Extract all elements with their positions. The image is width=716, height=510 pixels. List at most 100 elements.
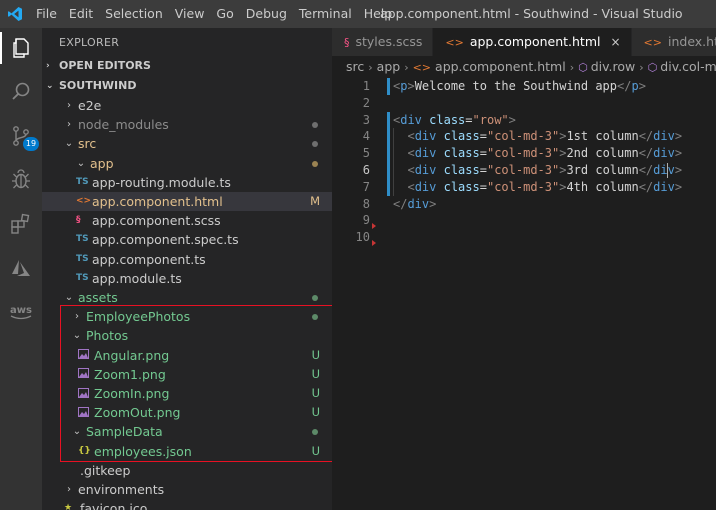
tab-index-html[interactable]: <> index.html: [631, 28, 716, 56]
menu-edit[interactable]: Edit: [63, 0, 99, 28]
code-token: div: [414, 146, 437, 161]
code-token: "col-md-3": [486, 129, 560, 144]
breadcrumb-item[interactable]: src: [346, 59, 364, 74]
tree-label: app.module.ts: [92, 270, 182, 286]
explorer-title: EXPLORER: [59, 36, 120, 49]
breadcrumb-item[interactable]: div.col-md-3: [660, 59, 716, 74]
folder-item[interactable]: › environments: [42, 480, 332, 499]
breadcrumb-item[interactable]: app.component.html: [435, 59, 566, 74]
menu-file[interactable]: File: [30, 0, 63, 28]
file-type-icon: <>: [76, 196, 92, 206]
chevron-right-icon: ›: [67, 119, 71, 131]
modified-line-marker: [387, 162, 390, 179]
search-icon[interactable]: [0, 72, 42, 112]
folder-item[interactable]: ⌄ app: [42, 154, 332, 173]
code-token: >: [508, 112, 516, 127]
file-item[interactable]: ★ favicon.ico: [42, 499, 332, 510]
chevron-right-icon: ›: [67, 100, 71, 111]
code-token: </: [638, 163, 654, 177]
file-type-icon: TS: [76, 234, 89, 245]
file-type-icon: ★: [64, 503, 73, 510]
code-token: class: [429, 112, 466, 127]
file-item[interactable]: TS app.component.ts: [42, 250, 332, 269]
code-token: <: [407, 129, 415, 144]
code-token: =: [479, 146, 487, 161]
explorer-icon[interactable]: [0, 28, 42, 68]
breadcrumb-item[interactable]: app: [377, 59, 401, 74]
code-token: div: [414, 129, 437, 144]
code-token: </: [638, 146, 654, 161]
menu-debug[interactable]: Debug: [240, 0, 293, 28]
folder-item[interactable]: › e2e: [42, 96, 332, 115]
git-status-dot: [312, 141, 318, 148]
modified-line-marker: [387, 145, 390, 163]
aws-icon[interactable]: aws: [0, 292, 42, 332]
folder-item[interactable]: › node_modules: [42, 115, 332, 134]
folder-item[interactable]: ⌄ src: [42, 134, 332, 153]
menu-selection[interactable]: Selection: [99, 0, 169, 28]
modified-line-marker: [387, 78, 390, 95]
file-item[interactable]: § app.component.scss: [42, 211, 332, 230]
workspace-section[interactable]: ⌄ SOUTHWIND: [42, 76, 332, 96]
html-file-icon: <>: [445, 36, 464, 49]
code-token: 3rd column: [566, 163, 639, 177]
file-item[interactable]: TS app.module.ts: [42, 269, 332, 288]
file-item[interactable]: <> app.component.html M: [42, 192, 332, 211]
chevron-down-icon: ⌄: [64, 138, 74, 150]
scss-file-icon: §: [344, 36, 350, 49]
chevron-right-icon: ›: [368, 61, 373, 74]
tree-label: .gitkeep: [80, 462, 131, 478]
line-number: 2: [362, 95, 370, 110]
tab-styles-scss[interactable]: § styles.scss: [332, 28, 434, 56]
chevron-right-icon: ›: [639, 61, 644, 74]
modified-line-marker: [387, 128, 390, 146]
azure-icon[interactable]: [0, 248, 42, 288]
code-token: =: [479, 163, 487, 177]
code-token: div: [400, 112, 422, 127]
line-number: 10: [355, 230, 370, 245]
open-editors-section[interactable]: › OPEN EDITORS: [42, 56, 332, 76]
tree-label: app.component.spec.ts: [92, 232, 239, 248]
tree-label: favicon.ico: [80, 501, 148, 510]
tree-label: e2e: [78, 98, 102, 113]
breadcrumb-item[interactable]: div.row: [591, 59, 636, 74]
file-item[interactable]: TS app-routing.module.ts: [42, 173, 332, 192]
code-token: >: [674, 146, 683, 161]
code-line: <div class="col-md-3">4th column</div>: [393, 179, 682, 196]
tab-label: styles.scss: [355, 34, 423, 49]
code-token: div: [653, 146, 675, 161]
code-token: <: [407, 163, 415, 177]
menu-view[interactable]: View: [169, 0, 211, 28]
line-number: 8: [362, 196, 370, 211]
line-number: 3: [362, 112, 370, 127]
git-status-dot: [312, 160, 318, 167]
code-line: <div class="col-md-3">2nd column</div>: [393, 145, 682, 162]
file-item[interactable]: TS app.component.spec.ts: [42, 230, 332, 249]
code-token: class: [443, 129, 480, 144]
extensions-icon[interactable]: [0, 204, 42, 244]
menu-go[interactable]: Go: [210, 0, 239, 28]
close-icon[interactable]: ×: [610, 35, 620, 49]
file-item[interactable]: .gitkeep: [42, 461, 332, 480]
deleted-line-marker: [372, 223, 376, 230]
code-token: >: [674, 163, 683, 177]
git-status-dot: [312, 295, 318, 301]
menu-bar: File Edit Selection View Go Debug Terminal Help: [30, 0, 398, 28]
chevron-down-icon: ⌄: [46, 81, 54, 91]
code-editor[interactable]: 1 2 3 4 5 6 7 8 9 10 <p>Welcome to the Southwind a…: [332, 76, 716, 510]
debug-icon[interactable]: [0, 160, 42, 200]
code-token: >: [674, 129, 683, 144]
modified-line-marker: [387, 178, 390, 196]
editor-tabs: § styles.scss <> app.component.html × <> index…: [332, 28, 716, 56]
code-token: div: [414, 163, 437, 177]
tree-label: src: [78, 136, 97, 152]
menu-terminal[interactable]: Terminal: [293, 0, 358, 28]
code-token: 4th column: [566, 179, 639, 194]
source-control-icon[interactable]: 19: [0, 116, 42, 156]
tab-app-component-html[interactable]: <> app.component.html ×: [433, 28, 632, 56]
file-type-icon: TS: [76, 176, 89, 187]
